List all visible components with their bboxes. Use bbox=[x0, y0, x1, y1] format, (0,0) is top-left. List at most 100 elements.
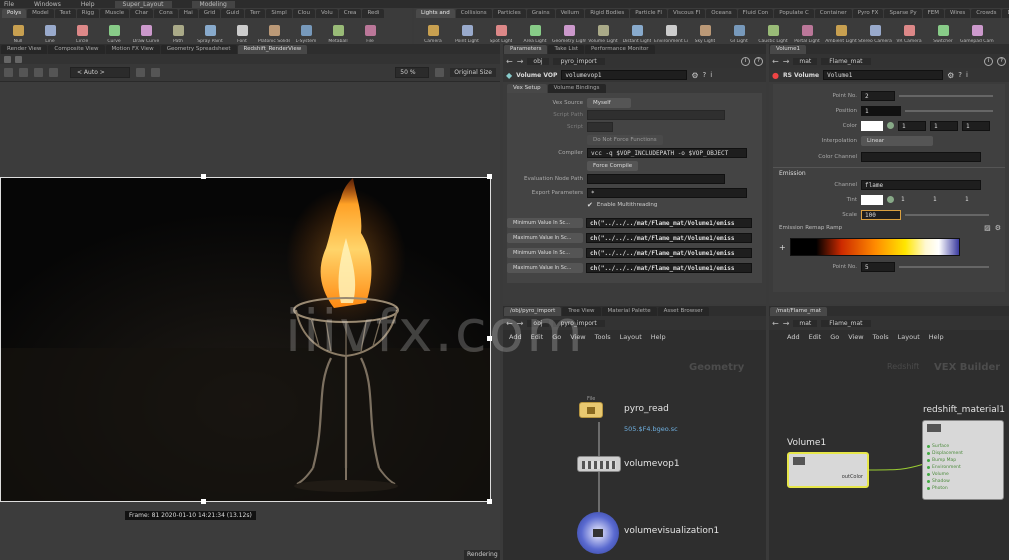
shelf-tab-0[interactable]: Polys bbox=[2, 9, 27, 18]
help-icon[interactable]: ? bbox=[754, 56, 763, 66]
pl-tab-1[interactable]: Take List bbox=[548, 45, 585, 54]
shelf-tab-right-12[interactable]: Pyro FX bbox=[852, 9, 884, 18]
shelf-tab-1[interactable]: Model bbox=[27, 9, 54, 18]
menu-help[interactable]: Help bbox=[81, 1, 95, 8]
ramp-point-slider[interactable] bbox=[899, 266, 989, 268]
tint-b-field[interactable]: 1 bbox=[962, 195, 990, 205]
menu-file[interactable]: File bbox=[4, 1, 14, 8]
shelf-tab-right-1[interactable]: Collisions bbox=[455, 9, 492, 18]
right-tool-12[interactable]: Ambient Light bbox=[824, 18, 858, 44]
vex-source-dropdown[interactable]: Myself bbox=[587, 98, 631, 108]
scale-field[interactable]: 100 bbox=[861, 209, 901, 220]
shelf-tab-7[interactable]: Hai bbox=[178, 9, 198, 18]
path-mat[interactable]: mat bbox=[793, 57, 818, 65]
shelf-tab-right-8[interactable]: Oceans bbox=[706, 9, 737, 18]
right-tool-13[interactable]: Stereo Camera bbox=[858, 18, 892, 44]
shelf-tab-right-3[interactable]: Grains bbox=[526, 9, 555, 18]
material-input-6[interactable]: Photon bbox=[927, 485, 963, 492]
exposure-icon[interactable] bbox=[151, 68, 160, 77]
info-icon[interactable]: i bbox=[984, 56, 993, 66]
right-tool-7[interactable]: Environment Light bbox=[654, 18, 688, 44]
pyro-read-node[interactable] bbox=[579, 402, 603, 418]
node-info-icon[interactable]: i bbox=[710, 71, 712, 79]
crop-handle-top[interactable] bbox=[201, 174, 206, 179]
pl-tab-0[interactable]: Parameters bbox=[504, 45, 548, 54]
material-input-0[interactable]: Surface bbox=[927, 443, 963, 450]
info-icon[interactable]: i bbox=[741, 56, 750, 66]
node-info-icon[interactable]: i bbox=[966, 71, 968, 79]
color-g-field[interactable]: 1 bbox=[930, 120, 958, 131]
shelf-tab-right-9[interactable]: Fluid Con bbox=[737, 9, 774, 18]
back-icon[interactable]: ← bbox=[772, 57, 779, 66]
region-icon[interactable] bbox=[49, 68, 58, 77]
redshift-material-node[interactable]: Surface Displacement Bump Map Environment Vo… bbox=[922, 420, 1004, 500]
shelf-tab-right-2[interactable]: Particles bbox=[492, 9, 526, 18]
right-tool-0[interactable]: Camera bbox=[416, 18, 450, 44]
tab-vex-setup[interactable]: Vex Setup bbox=[507, 83, 547, 93]
back-icon[interactable]: ← bbox=[506, 57, 513, 66]
shelf-tab-right-6[interactable]: Particle Fl bbox=[630, 9, 667, 18]
shelf-tab-12[interactable]: Clou bbox=[292, 9, 315, 18]
left-tool-11[interactable]: File bbox=[354, 18, 386, 44]
color-swatch[interactable] bbox=[861, 120, 883, 131]
right-tool-2[interactable]: Spot Light bbox=[484, 18, 518, 44]
shelf-tab-3[interactable]: Rigg bbox=[76, 9, 100, 18]
node-name-field[interactable]: Volume1 bbox=[823, 70, 944, 80]
node-help-icon[interactable]: ? bbox=[703, 71, 707, 79]
shelf-tab-right-13[interactable]: Sparse Py bbox=[884, 9, 922, 18]
shelf-tab-4[interactable]: Muscle bbox=[100, 9, 130, 18]
emission-header[interactable]: Emission bbox=[773, 167, 1005, 177]
material-input-3[interactable]: Environment bbox=[927, 464, 963, 471]
left-tool-9[interactable]: L-System bbox=[290, 18, 322, 44]
channel-icon[interactable] bbox=[136, 68, 145, 77]
left-tool-6[interactable]: Spray Paint bbox=[194, 18, 226, 44]
multithread-checkbox[interactable]: ✔ bbox=[587, 201, 593, 209]
left-tool-7[interactable]: Font bbox=[226, 18, 258, 44]
emission-ramp[interactable] bbox=[789, 238, 960, 256]
scale-slider[interactable] bbox=[905, 213, 989, 216]
right-tool-11[interactable]: Portal Light bbox=[790, 18, 824, 44]
path-obj[interactable]: obj bbox=[527, 57, 549, 65]
shelf-tab-right-16[interactable]: Crowds bbox=[971, 9, 1002, 18]
shelf-tab-right-14[interactable]: FEM bbox=[922, 9, 945, 18]
script-path-field[interactable] bbox=[587, 110, 725, 120]
script-field[interactable] bbox=[587, 122, 613, 132]
right-tool-6[interactable]: Distant Light bbox=[620, 18, 654, 44]
right-tool-3[interactable]: Area Light bbox=[518, 18, 552, 44]
volume1-node[interactable]: outColor bbox=[787, 452, 869, 488]
left-tool-10[interactable]: Metaball bbox=[322, 18, 354, 44]
channel-field[interactable]: flame bbox=[861, 179, 981, 190]
expr-field-3[interactable]: ch("../../../mat/Flame_mat/Volume1/emiss bbox=[586, 262, 752, 273]
color-picker-icon[interactable] bbox=[887, 122, 894, 129]
left-tool-5[interactable]: Path bbox=[162, 18, 194, 44]
path-material[interactable]: Flame_mat bbox=[821, 57, 871, 65]
render-icon[interactable] bbox=[4, 55, 11, 63]
tab-volume1[interactable]: Volume1 bbox=[770, 45, 806, 54]
shelf-tab-13[interactable]: Volu bbox=[315, 9, 338, 18]
interp-dropdown[interactable]: Linear bbox=[861, 135, 933, 146]
right-tool-14[interactable]: VR Camera bbox=[892, 18, 926, 44]
left-tool-8[interactable]: Platonic Solids bbox=[258, 18, 290, 44]
color-r-field[interactable]: 1 bbox=[898, 120, 926, 131]
node-name-field[interactable]: volumevop1 bbox=[561, 70, 688, 80]
aov-dropdown[interactable]: < Auto > bbox=[70, 67, 130, 78]
export-field[interactable]: * bbox=[587, 187, 747, 198]
point-no-field[interactable]: 2 bbox=[861, 90, 895, 101]
node-help-icon[interactable]: ? bbox=[958, 71, 962, 79]
right-tool-16[interactable]: Gamepad Camera bbox=[960, 18, 994, 44]
ramp-point-field[interactable]: 5 bbox=[861, 262, 895, 272]
fit-icon[interactable] bbox=[435, 68, 445, 77]
right-tool-9[interactable]: GI Light bbox=[722, 18, 756, 44]
original-size-button[interactable]: Original Size bbox=[450, 68, 496, 77]
volumevop-node[interactable] bbox=[577, 456, 621, 472]
shelf-tab-9[interactable]: Guid bbox=[221, 9, 245, 18]
right-tool-8[interactable]: Sky Light bbox=[688, 18, 722, 44]
position-slider[interactable] bbox=[905, 109, 993, 112]
shelf-tab-right-17[interactable]: Drive Sim bbox=[1002, 9, 1009, 18]
right-tool-15[interactable]: Switcher bbox=[926, 18, 960, 44]
forward-icon[interactable]: → bbox=[517, 57, 524, 66]
left-tool-3[interactable]: Curve bbox=[98, 18, 130, 44]
position-field[interactable]: 1 bbox=[861, 105, 901, 116]
point-no-slider[interactable] bbox=[899, 94, 993, 97]
eval-path-field[interactable] bbox=[587, 174, 725, 184]
